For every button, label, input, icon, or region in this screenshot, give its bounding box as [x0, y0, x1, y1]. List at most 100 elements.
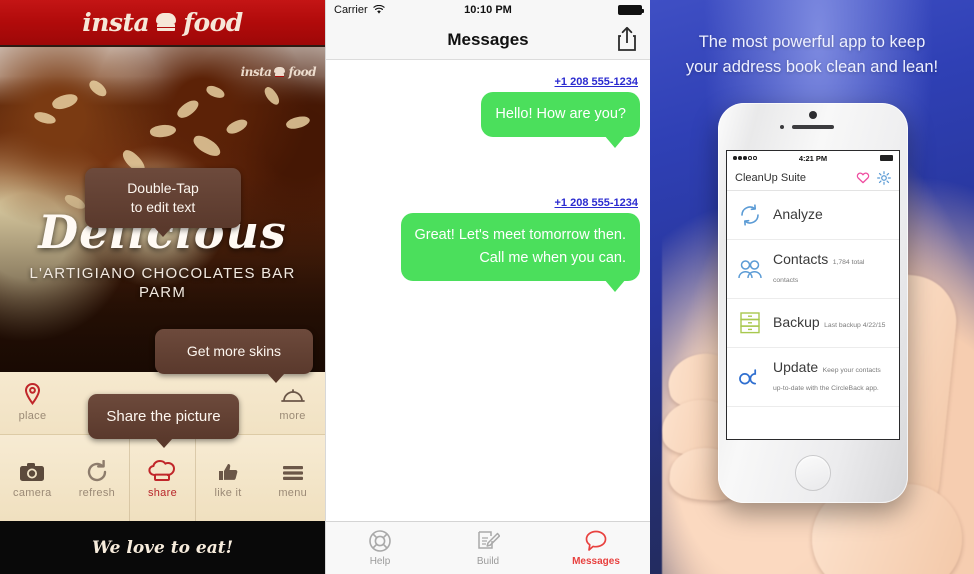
device-screen: 4:21 PM CleanUp Suite Analyze Contacts 1… — [726, 150, 900, 440]
app-row-subtitle: Last backup 4/22/15 — [824, 322, 886, 329]
toolbar-label-share: share — [147, 486, 177, 499]
headline-line2: your address book clean and lean! — [685, 58, 939, 76]
watermark-text-food: food — [288, 65, 316, 79]
front-camera-icon — [809, 111, 817, 119]
battery-full-icon — [618, 5, 644, 15]
tooltip-edit-line1: Double-Tap — [127, 180, 199, 196]
app-row-title: Analyze — [773, 206, 823, 222]
tooltip-edit-line2: to edit text — [130, 199, 196, 215]
messages-tabbar: Help Build Messages — [326, 521, 650, 574]
toolbar-label-camera: camera — [13, 486, 52, 499]
app-row-text: Analyze — [773, 206, 823, 224]
app-bar-icons — [856, 170, 891, 185]
instafood-footer: We love to eat! — [0, 521, 325, 574]
lifebuoy-icon — [369, 530, 391, 552]
toolbar-button-like-it[interactable]: like it — [196, 435, 261, 521]
app-screenshots-row: insta food insta food L'ARTIGIANO CHOCOL… — [0, 0, 974, 574]
cleanup-app-bar: CleanUp Suite — [727, 165, 899, 191]
message-bubble[interactable]: Hello! How are you? — [481, 92, 640, 148]
page-title: Messages — [447, 29, 529, 49]
sensor-icon — [780, 125, 784, 129]
logo-text-food: food — [183, 8, 243, 37]
iphone-device-mockup: 4:21 PM CleanUp Suite Analyze Contacts 1… — [718, 103, 908, 503]
headline-line1: The most powerful app to keep — [698, 33, 926, 51]
device-status-bar: 4:21 PM — [727, 151, 899, 165]
toolbar-label-place: place — [18, 410, 47, 422]
message-sender[interactable]: +1 208 555-1234 — [555, 76, 639, 88]
toolbar-button-refresh[interactable]: refresh — [65, 435, 130, 521]
message-row: +1 208 555-1234 Great! Let's meet tomorr… — [336, 197, 640, 292]
gear-icon[interactable] — [877, 170, 891, 185]
message-text-line2: Call me when you can. — [479, 250, 626, 266]
home-button[interactable] — [795, 455, 831, 491]
tab-label-help: Help — [369, 556, 391, 567]
chef-hat-icon — [154, 12, 178, 33]
logo-text-insta: insta — [82, 8, 150, 37]
promo-headline: The most powerful app to keep your addre… — [650, 30, 974, 80]
messages-screen: Carrier 10:10 PM Messages +1 208 555-123… — [325, 0, 650, 574]
ios-status-bar: Carrier 10:10 PM — [326, 0, 650, 20]
thumbs-up-icon — [216, 458, 240, 482]
camera-icon — [19, 458, 45, 482]
cleanup-suite-screen: The most powerful app to keep your addre… — [650, 0, 974, 574]
file-drawer-icon — [737, 310, 763, 336]
sync-arrows-icon — [737, 202, 763, 228]
messages-navbar: Messages — [326, 20, 650, 60]
toolbar-button-menu[interactable]: menu — [260, 435, 325, 521]
app-row-update[interactable]: Update Keep your contacts up-to-date wit… — [727, 348, 899, 407]
tab-label-build: Build — [476, 556, 500, 567]
message-text-line1: Great! Let's meet tomorrow then. — [414, 227, 627, 243]
app-row-title: Contacts — [773, 251, 829, 267]
toolbar-label-refresh: refresh — [78, 486, 116, 499]
instafood-logo: insta food — [82, 8, 243, 37]
watermark-text-insta: insta — [240, 65, 272, 79]
caption-subtitle-line1: L'ARTIGIANO CHOCOLATES BAR — [29, 265, 296, 282]
app-row-analyze[interactable]: Analyze — [727, 191, 899, 240]
toolbar-button-place[interactable]: place — [0, 372, 65, 434]
compose-document-icon — [478, 531, 500, 549]
toolbar-label-more: more — [279, 410, 306, 422]
app-row-title: Backup — [773, 314, 820, 330]
message-bubble[interactable]: Great! Let's meet tomorrow then. Call me… — [400, 213, 640, 292]
earpiece-speaker — [792, 125, 834, 129]
app-row-text: Contacts 1,784 total contacts — [773, 251, 889, 287]
app-row-backup[interactable]: Backup Last backup 4/22/15 — [727, 299, 899, 348]
people-icon — [737, 256, 763, 282]
footer-tagline: We love to eat! — [91, 537, 234, 558]
device-status-time: 4:21 PM — [798, 153, 828, 163]
refresh-icon — [85, 458, 109, 482]
heart-icon[interactable] — [856, 171, 870, 184]
tooltip-get-more-skins: Get more skins — [155, 329, 313, 383]
tab-build[interactable]: Build — [434, 522, 542, 574]
share-upload-icon[interactable] — [616, 25, 638, 58]
toolbar-label-menu: menu — [278, 486, 308, 499]
toolbar-label-like-it: like it — [214, 486, 242, 499]
speech-bubble-icon — [585, 530, 607, 551]
toolbar-button-camera[interactable]: camera — [0, 435, 65, 521]
tooltip-double-tap-edit: Double-Tap to edit text — [85, 168, 241, 237]
app-row-text: Update Keep your contacts up-to-date wit… — [773, 359, 889, 395]
status-time: 10:10 PM — [464, 4, 512, 16]
message-text-line1: Hello! How are you? — [495, 106, 626, 122]
instafood-watermark: insta food — [240, 65, 317, 79]
message-thread[interactable]: +1 208 555-1234 Hello! How are you? +1 2… — [326, 60, 650, 517]
map-pin-icon — [24, 381, 41, 405]
app-title: CleanUp Suite — [735, 171, 806, 184]
tab-label-messages: Messages — [572, 556, 620, 567]
cloche-icon — [280, 381, 306, 405]
message-sender[interactable]: +1 208 555-1234 — [555, 197, 639, 209]
tooltip-share-the-picture: Share the picture — [88, 394, 239, 448]
chef-hat-icon — [147, 458, 177, 482]
circleback-logo-icon — [737, 364, 763, 390]
message-row: +1 208 555-1234 Hello! How are you? — [336, 76, 640, 148]
hamburger-menu-icon — [281, 458, 305, 482]
tab-messages[interactable]: Messages — [542, 522, 650, 574]
caption-subtitle-line2: PARM — [138, 284, 187, 301]
tab-help[interactable]: Help — [326, 522, 434, 574]
app-row-text: Backup Last backup 4/22/15 — [773, 314, 885, 332]
battery-full-icon — [880, 155, 893, 161]
photo-caption-subtitle[interactable]: L'ARTIGIANO CHOCOLATES BAR PARM — [0, 264, 325, 302]
instafood-header: insta food — [0, 0, 325, 47]
app-row-contacts[interactable]: Contacts 1,784 total contacts — [727, 240, 899, 299]
app-row-title: Update — [773, 359, 819, 375]
